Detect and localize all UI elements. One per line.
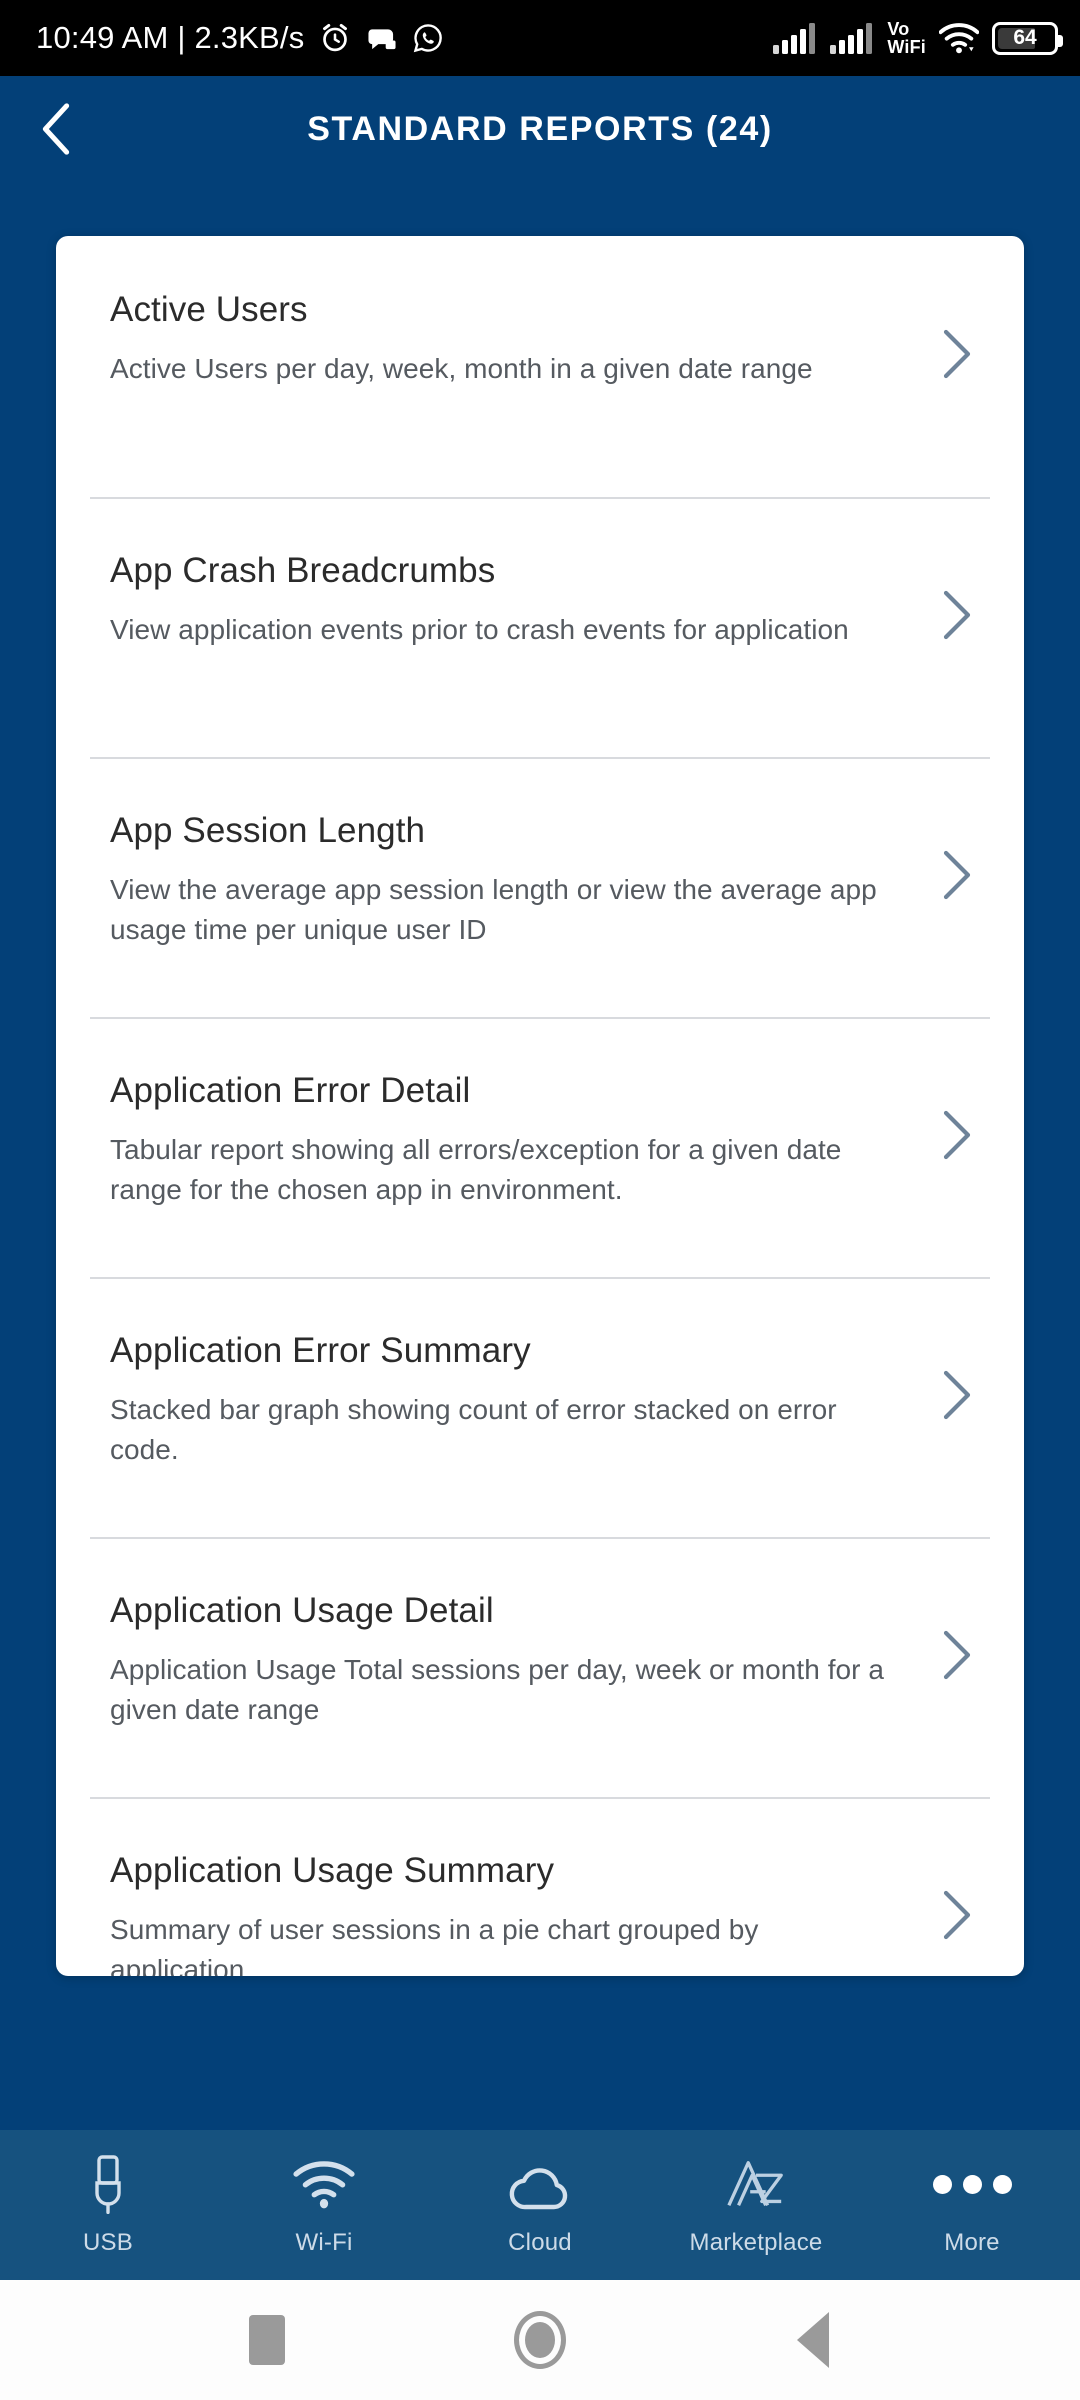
report-item-chevron[interactable] [924, 1889, 990, 1941]
bottom-tab-bar: USB Wi-Fi Cloud Marketplace More [0, 2130, 1080, 2280]
report-item-description: Summary of user sessions in a pie chart … [110, 1913, 759, 1976]
report-item-chevron[interactable] [924, 1109, 990, 1161]
phone-screen: 10:49 AM | 2.3KB/s Vo WiFi 64 STANDARD R… [0, 0, 1080, 2400]
report-item-texts: App Session Length View the average app … [110, 757, 924, 949]
report-item-chevron[interactable] [924, 1369, 990, 1421]
tab-wifi[interactable]: Wi-Fi [216, 2130, 432, 2280]
home-button[interactable] [495, 2295, 585, 2385]
tab-label-usb: USB [83, 2229, 133, 2256]
tab-marketplace[interactable]: Marketplace [648, 2130, 864, 2280]
report-item-title: Application Usage Summary [110, 1851, 555, 1890]
signal-bars-sim2-icon [830, 23, 873, 54]
report-list-item[interactable]: Application Error Detail Tabular report … [56, 1017, 1024, 1277]
chevron-left-icon [42, 103, 70, 155]
square-icon [248, 2315, 285, 2365]
triangle-left-icon [797, 2312, 830, 2368]
app-header: STANDARD REPORTS (24) [0, 76, 1080, 182]
reports-list: Active Users Active Users per day, week,… [56, 236, 1024, 1976]
android-nav-bar [0, 2280, 1080, 2400]
tab-label-marketplace: Marketplace [689, 2229, 823, 2256]
report-item-description: View the average app session length or v… [110, 873, 877, 945]
vowifi-icon: Vo WiFi [887, 18, 926, 57]
status-bar-left: 10:49 AM | 2.3KB/s [36, 20, 444, 56]
chevron-right-icon [943, 1110, 971, 1160]
report-item-description: View application events prior to crash e… [110, 613, 849, 645]
marketplace-logo-icon [725, 2153, 787, 2215]
more-dots-icon [932, 2153, 1012, 2215]
tab-more[interactable]: More [864, 2130, 1080, 2280]
report-item-title: App Session Length [110, 811, 426, 850]
chevron-right-icon [943, 850, 971, 900]
report-item-description: Application Usage Total sessions per day… [110, 1653, 884, 1725]
tab-label-wifi: Wi-Fi [295, 2229, 353, 2256]
report-item-chevron[interactable] [924, 328, 990, 380]
page-title: STANDARD REPORTS (24) [307, 109, 773, 148]
report-list-item[interactable]: App Session Length View the average app … [56, 757, 1024, 1017]
report-item-title: Active Users [110, 290, 308, 329]
cloud-icon [506, 2153, 574, 2215]
report-item-chevron[interactable] [924, 1629, 990, 1681]
content-area: Active Users Active Users per day, week,… [0, 182, 1080, 2130]
report-item-texts: Application Usage Summary Summary of use… [110, 1797, 924, 1976]
tab-cloud[interactable]: Cloud [432, 2130, 648, 2280]
tab-usb[interactable]: USB [0, 2130, 216, 2280]
report-item-chevron[interactable] [924, 849, 990, 901]
status-bar-right: Vo WiFi 64 [773, 18, 1063, 57]
report-item-texts: Application Error Detail Tabular report … [110, 1017, 924, 1209]
report-item-title: Application Error Summary [110, 1331, 531, 1370]
vowifi-line2: WiFi [887, 37, 926, 57]
report-item-description: Active Users per day, week, month in a g… [110, 352, 813, 384]
status-bar: 10:49 AM | 2.3KB/s Vo WiFi 64 [0, 0, 1080, 76]
wifi-icon [293, 2153, 355, 2215]
tab-label-cloud: Cloud [508, 2229, 572, 2256]
usb-icon [86, 2153, 130, 2215]
report-item-title: Application Error Detail [110, 1071, 471, 1110]
vowifi-line1: Vo [887, 18, 910, 39]
signal-bars-sim1-icon [773, 23, 816, 54]
report-list-item[interactable]: Application Error Summary Stacked bar gr… [56, 1277, 1024, 1537]
report-item-texts: Application Error Summary Stacked bar gr… [110, 1277, 924, 1469]
back-nav-button[interactable] [768, 2295, 858, 2385]
back-button[interactable] [20, 92, 94, 166]
report-list-item[interactable]: Application Usage Summary Summary of use… [56, 1797, 1024, 1976]
circle-icon [513, 2311, 566, 2369]
wifi-icon [939, 23, 979, 54]
battery-icon: 64 [992, 21, 1063, 55]
chevron-right-icon [943, 1370, 971, 1420]
chevron-right-icon [943, 1890, 971, 1940]
whatsapp-icon [414, 24, 443, 53]
recents-button[interactable] [222, 2295, 312, 2385]
report-item-texts: App Crash Breadcrumbs View application e… [110, 497, 924, 650]
report-item-texts: Active Users Active Users per day, week,… [110, 236, 924, 389]
status-clock: 10:49 AM | 2.3KB/s [36, 20, 305, 55]
chevron-right-icon [943, 590, 971, 640]
report-item-texts: Application Usage Detail Application Usa… [110, 1537, 924, 1729]
alarm-icon [323, 23, 348, 52]
report-item-description: Stacked bar graph showing count of error… [110, 1393, 837, 1465]
tab-label-more: More [944, 2229, 1000, 2256]
report-list-item[interactable]: Application Usage Detail Application Usa… [56, 1537, 1024, 1797]
chevron-right-icon [943, 1630, 971, 1680]
report-item-title: Application Usage Detail [110, 1591, 494, 1630]
report-item-description: Tabular report showing all errors/except… [110, 1133, 842, 1205]
report-item-title: App Crash Breadcrumbs [110, 551, 496, 590]
battery-level: 64 [1013, 26, 1037, 49]
report-list-item[interactable]: Active Users Active Users per day, week,… [56, 236, 1024, 497]
chevron-right-icon [943, 329, 971, 379]
game-chat-icon [368, 29, 396, 50]
report-list-item[interactable]: App Crash Breadcrumbs View application e… [56, 497, 1024, 757]
report-item-chevron[interactable] [924, 589, 990, 641]
